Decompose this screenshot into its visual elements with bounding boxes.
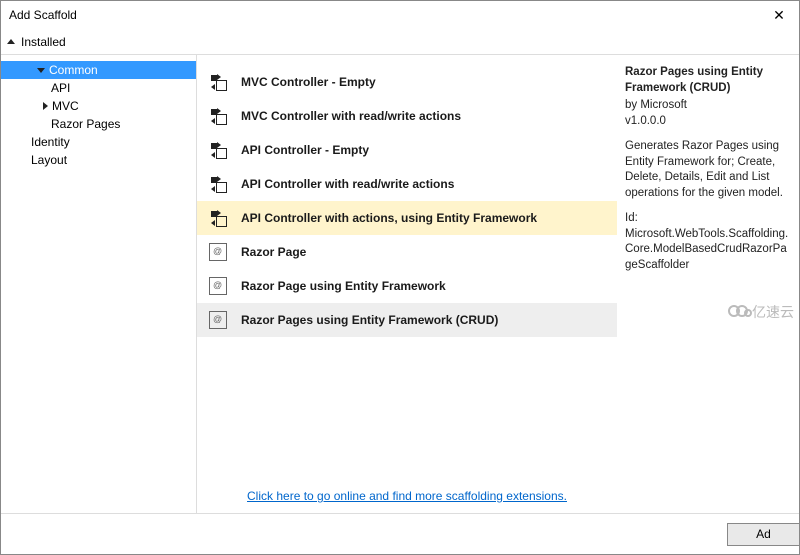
scaffold-item[interactable]: MVC Controller with read/write actions [197,99,617,133]
controller-icon [209,73,227,91]
scaffold-item[interactable]: Razor Pages using Entity Framework (CRUD… [197,303,617,337]
dialog-body: Common API MVC Razor Pages Identity Layo… [1,55,799,514]
scaffold-item[interactable]: Razor Page using Entity Framework [197,269,617,303]
razor-page-icon [209,277,227,295]
scaffold-item-label: API Controller with read/write actions [241,177,454,191]
add-scaffold-dialog: Add Scaffold ✕ Installed Common API MVC … [0,0,800,555]
expand-up-icon [7,39,15,44]
dialog-title: Add Scaffold [9,8,77,22]
controller-icon [209,209,227,227]
close-icon[interactable]: ✕ [759,1,799,29]
controller-icon [209,175,227,193]
tree-label: Common [49,63,98,77]
tree-node-api[interactable]: API [1,79,196,97]
scaffold-item[interactable]: API Controller with actions, using Entit… [197,201,617,235]
controller-icon [209,141,227,159]
online-extensions-link[interactable]: Click here to go online and find more sc… [247,489,567,503]
scaffold-item-label: Razor Page using Entity Framework [241,279,446,293]
dialog-footer: Ad [1,514,799,554]
tree-node-layout[interactable]: Layout [1,151,196,169]
scaffold-item[interactable]: API Controller with read/write actions [197,167,617,201]
tree-label: API [51,81,70,95]
scaffold-item[interactable]: Razor Page [197,235,617,269]
tree-label: Razor Pages [51,117,120,131]
scaffold-list: MVC Controller - Empty MVC Controller wit… [197,65,617,479]
razor-page-icon [209,311,227,329]
online-extensions-link-line: Click here to go online and find more sc… [197,479,617,513]
scaffold-item-label: API Controller - Empty [241,143,369,157]
breadcrumb[interactable]: Installed [1,29,799,55]
details-id: Id: Microsoft.WebTools.Scaffolding.Core.… [625,211,789,273]
tree-node-common[interactable]: Common [1,61,196,79]
breadcrumb-label: Installed [21,35,66,49]
tree-label: MVC [52,99,79,113]
tree-label: Identity [31,135,70,149]
add-button[interactable]: Ad [727,523,799,546]
scaffold-list-panel: MVC Controller - Empty MVC Controller wit… [197,55,617,513]
details-title: Razor Pages using Entity Framework (CRUD… [625,65,789,96]
scaffold-item-label: MVC Controller - Empty [241,75,376,89]
tree-node-identity[interactable]: Identity [1,133,196,151]
controller-icon [209,107,227,125]
scaffold-item-label: Razor Pages using Entity Framework (CRUD… [241,313,498,327]
scaffold-item-label: API Controller with actions, using Entit… [241,211,537,225]
collapsed-icon [43,102,48,110]
scaffold-item[interactable]: API Controller - Empty [197,133,617,167]
tree-node-mvc[interactable]: MVC [1,97,196,115]
tree-node-razor-pages[interactable]: Razor Pages [1,115,196,133]
scaffold-item[interactable]: MVC Controller - Empty [197,65,617,99]
expanded-icon [37,68,45,73]
scaffold-item-label: MVC Controller with read/write actions [241,109,461,123]
details-author: by Microsoft [625,98,789,114]
details-panel: Razor Pages using Entity Framework (CRUD… [617,55,799,513]
details-description: Generates Razor Pages using Entity Frame… [625,139,789,201]
razor-page-icon [209,243,227,261]
category-tree: Common API MVC Razor Pages Identity Layo… [1,55,197,513]
tree-label: Layout [31,153,67,167]
scaffold-item-label: Razor Page [241,245,306,259]
details-version: v1.0.0.0 [625,114,789,130]
titlebar: Add Scaffold ✕ [1,1,799,29]
